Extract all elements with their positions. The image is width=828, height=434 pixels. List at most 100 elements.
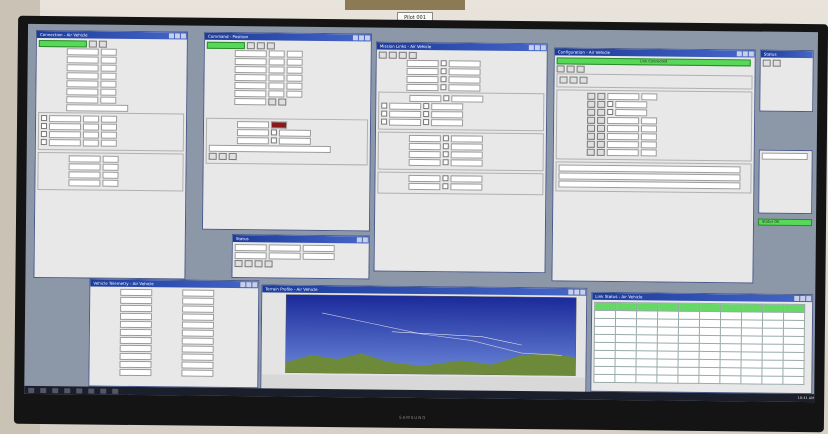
- option-button[interactable]: [597, 108, 606, 116]
- maximize-icon[interactable]: [174, 33, 180, 39]
- option-button[interactable]: [586, 132, 595, 140]
- option-button[interactable]: [566, 65, 575, 73]
- text-field[interactable]: [66, 79, 99, 88]
- text-field[interactable]: [100, 48, 117, 56]
- text-field[interactable]: [409, 94, 442, 102]
- text-field[interactable]: [66, 71, 99, 80]
- checkbox[interactable]: [442, 175, 449, 182]
- close-icon[interactable]: [362, 237, 368, 243]
- text-field[interactable]: [100, 96, 117, 104]
- minimize-icon[interactable]: [528, 45, 534, 51]
- checkbox[interactable]: [440, 60, 447, 67]
- text-field[interactable]: [607, 92, 640, 100]
- checkbox[interactable]: [270, 137, 277, 144]
- text-field[interactable]: [408, 182, 441, 190]
- text-field[interactable]: [66, 55, 99, 64]
- text-field[interactable]: [448, 59, 481, 68]
- option-button[interactable]: [596, 148, 605, 156]
- close-icon[interactable]: [580, 289, 586, 295]
- option-button[interactable]: [228, 152, 237, 160]
- text-field[interactable]: [234, 73, 267, 81]
- text-field[interactable]: [408, 158, 441, 166]
- text-field[interactable]: [182, 297, 215, 305]
- checkbox[interactable]: [607, 108, 614, 116]
- checkbox[interactable]: [423, 111, 430, 118]
- option-button[interactable]: [596, 140, 605, 148]
- option-button[interactable]: [762, 59, 771, 67]
- text-field[interactable]: [451, 94, 484, 103]
- text-field[interactable]: [406, 59, 439, 67]
- text-field[interactable]: [100, 88, 117, 96]
- text-field[interactable]: [181, 329, 214, 337]
- text-field[interactable]: [181, 313, 215, 321]
- text-field[interactable]: [448, 75, 481, 84]
- text-field[interactable]: [102, 163, 119, 171]
- text-field[interactable]: [640, 140, 657, 148]
- option-button[interactable]: [264, 259, 273, 267]
- text-field[interactable]: [82, 138, 99, 147]
- text-field[interactable]: [234, 57, 267, 65]
- text-field[interactable]: [119, 360, 152, 368]
- checkbox[interactable]: [40, 139, 47, 146]
- text-field[interactable]: [100, 56, 117, 64]
- text-field[interactable]: [234, 49, 267, 57]
- text-field[interactable]: [268, 251, 301, 260]
- text-field[interactable]: [119, 328, 152, 336]
- option-button[interactable]: [244, 259, 253, 267]
- minimize-icon[interactable]: [356, 237, 362, 243]
- text-field[interactable]: [101, 115, 118, 123]
- checkbox[interactable]: [381, 110, 388, 117]
- option-button[interactable]: [772, 59, 781, 67]
- text-field[interactable]: [82, 130, 99, 139]
- text-field[interactable]: [182, 289, 215, 297]
- checkbox[interactable]: [442, 143, 449, 150]
- option-button[interactable]: [268, 97, 277, 105]
- text-field[interactable]: [406, 67, 439, 75]
- text-field[interactable]: [268, 243, 301, 252]
- option-button[interactable]: [218, 152, 227, 160]
- text-field[interactable]: [268, 57, 285, 66]
- checkbox[interactable]: [440, 84, 447, 91]
- text-field[interactable]: [181, 353, 214, 361]
- text-field[interactable]: [286, 90, 303, 98]
- start-icon[interactable]: [28, 387, 35, 393]
- option-button[interactable]: [579, 76, 588, 84]
- text-field[interactable]: [268, 65, 285, 74]
- text-field[interactable]: [761, 152, 808, 160]
- primary-button[interactable]: [206, 41, 245, 49]
- text-field[interactable]: [450, 150, 483, 159]
- checkbox[interactable]: [41, 115, 48, 122]
- option-button[interactable]: [597, 100, 606, 108]
- text-field[interactable]: [102, 171, 119, 179]
- table-row[interactable]: [593, 374, 804, 385]
- close-icon[interactable]: [540, 45, 546, 51]
- option-button[interactable]: [398, 51, 407, 59]
- text-field[interactable]: [389, 110, 422, 118]
- option-button[interactable]: [98, 40, 107, 48]
- text-field[interactable]: [48, 138, 81, 146]
- text-field[interactable]: [286, 74, 303, 82]
- text-field[interactable]: [408, 174, 441, 182]
- minimize-icon[interactable]: [240, 282, 246, 288]
- text-field[interactable]: [558, 179, 741, 189]
- close-icon[interactable]: [252, 282, 258, 288]
- option-button[interactable]: [388, 51, 397, 59]
- text-field[interactable]: [181, 337, 214, 345]
- text-field[interactable]: [607, 116, 640, 124]
- text-field[interactable]: [100, 139, 117, 147]
- checkbox[interactable]: [442, 151, 449, 158]
- taskbar-app-icon[interactable]: [64, 387, 71, 393]
- text-field[interactable]: [389, 102, 422, 110]
- option-button[interactable]: [597, 116, 606, 124]
- text-field[interactable]: [286, 58, 303, 66]
- checkbox[interactable]: [442, 159, 449, 166]
- option-button[interactable]: [597, 92, 606, 100]
- checkbox[interactable]: [423, 103, 430, 110]
- text-field[interactable]: [408, 142, 441, 150]
- text-field[interactable]: [120, 304, 153, 312]
- option-button[interactable]: [569, 76, 578, 84]
- text-field[interactable]: [182, 305, 215, 313]
- option-button[interactable]: [246, 41, 255, 49]
- text-field[interactable]: [234, 81, 267, 89]
- text-field[interactable]: [236, 128, 269, 136]
